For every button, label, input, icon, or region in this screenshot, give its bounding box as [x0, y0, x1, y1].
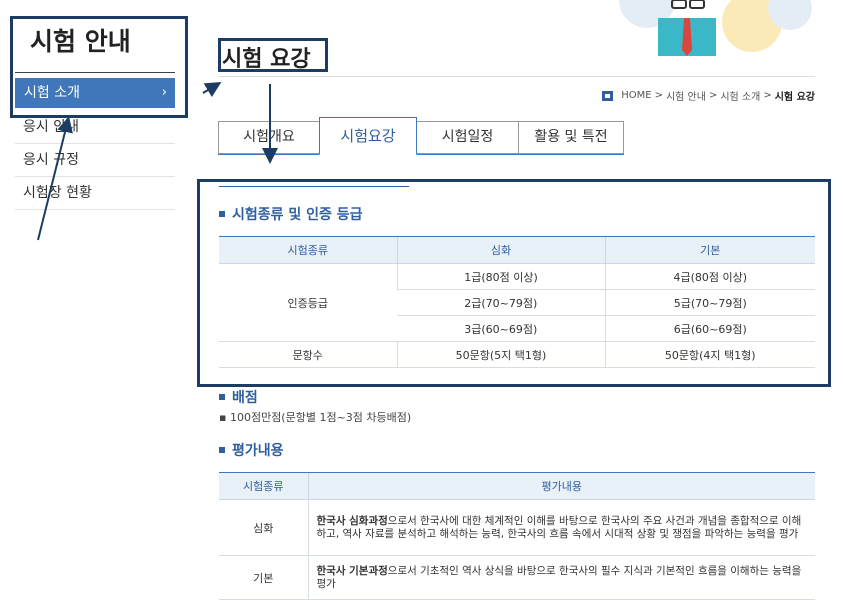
arrow-to-sidebar	[37, 116, 73, 241]
tab-exam-guidelines[interactable]: 시험요강	[319, 117, 417, 155]
arrow-to-page-title	[202, 81, 222, 98]
annotation-arrows	[37, 81, 278, 241]
